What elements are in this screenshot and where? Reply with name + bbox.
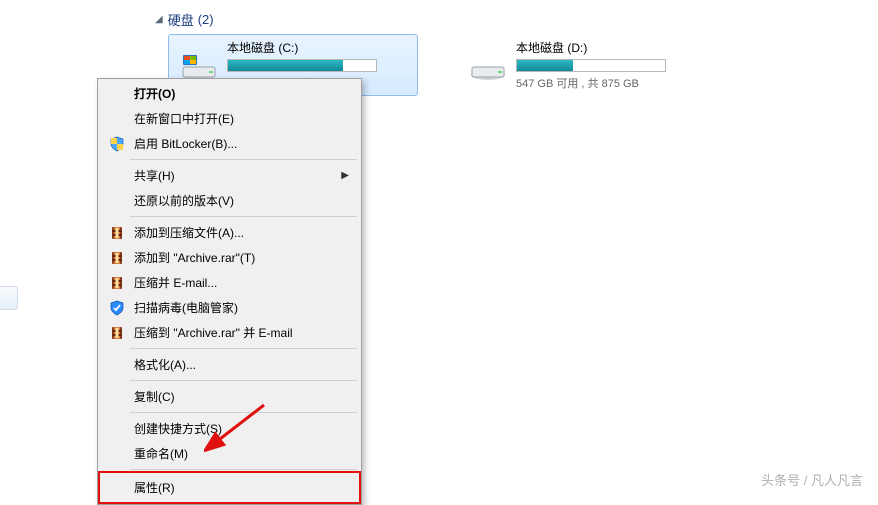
menu-item[interactable]: 重命名(M) xyxy=(100,441,359,466)
menu-item-label: 在新窗口中打开(E) xyxy=(134,110,355,127)
menu-item[interactable]: 创建快捷方式(S) xyxy=(100,416,359,441)
menu-item-label: 复制(C) xyxy=(134,388,355,405)
menu-item[interactable]: 添加到压缩文件(A)... xyxy=(100,220,359,245)
menu-item-label: 压缩并 E-mail... xyxy=(134,274,355,291)
section-header[interactable]: ◢ 硬盘 (2) xyxy=(155,10,214,29)
drive-item[interactable]: 本地磁盘 (D:) 547 GB 可用 , 共 875 GB xyxy=(458,34,708,96)
menu-item[interactable]: 添加到 "Archive.rar"(T) xyxy=(100,245,359,270)
menu-separator xyxy=(130,348,357,349)
menu-separator xyxy=(130,412,357,413)
menu-item[interactable]: 打开(O) xyxy=(100,81,359,106)
archive-icon xyxy=(104,225,130,241)
menu-item-label: 重命名(M) xyxy=(134,445,355,462)
shield-icon xyxy=(104,136,130,152)
menu-item[interactable]: 属性(R) xyxy=(98,471,361,504)
archive-icon xyxy=(104,325,130,341)
menu-item[interactable]: 启用 BitLocker(B)... xyxy=(100,131,359,156)
menu-item[interactable]: 压缩到 "Archive.rar" 并 E-mail xyxy=(100,320,359,345)
section-title: 硬盘 xyxy=(168,10,194,29)
menu-item[interactable]: 复制(C) xyxy=(100,384,359,409)
drive-icon xyxy=(468,49,508,81)
watermark-text: 头条号 / 凡人凡言 xyxy=(761,470,863,489)
av-icon xyxy=(104,300,130,316)
section-count: (2) xyxy=(198,12,214,27)
menu-item-label: 添加到压缩文件(A)... xyxy=(134,224,355,241)
submenu-arrow-icon: ▶ xyxy=(341,170,349,181)
drive-name: 本地磁盘 (D:) xyxy=(516,39,698,56)
menu-separator xyxy=(130,469,357,470)
menu-item-label: 格式化(A)... xyxy=(134,356,355,373)
menu-item[interactable]: 在新窗口中打开(E) xyxy=(100,106,359,131)
archive-icon xyxy=(104,275,130,291)
menu-item[interactable]: 扫描病毒(电脑管家) xyxy=(100,295,359,320)
menu-item-label: 添加到 "Archive.rar"(T) xyxy=(134,249,355,266)
menu-item-label: 共享(H) xyxy=(134,167,341,184)
archive-icon xyxy=(104,250,130,266)
menu-item-label: 启用 BitLocker(B)... xyxy=(134,135,355,152)
menu-item[interactable]: 压缩并 E-mail... xyxy=(100,270,359,295)
menu-item-label: 创建快捷方式(S) xyxy=(134,420,355,437)
capacity-bar xyxy=(227,59,377,72)
menu-item-label: 扫描病毒(电脑管家) xyxy=(134,299,355,316)
menu-separator xyxy=(130,216,357,217)
menu-item-label: 压缩到 "Archive.rar" 并 E-mail xyxy=(134,324,355,341)
menu-item[interactable]: 共享(H)▶ xyxy=(100,163,359,188)
menu-separator xyxy=(130,380,357,381)
drive-info: 本地磁盘 (D:) 547 GB 可用 , 共 875 GB xyxy=(516,39,698,91)
collapse-arrow-icon: ◢ xyxy=(155,14,163,25)
menu-item-label: 属性(R) xyxy=(134,479,355,496)
menu-separator xyxy=(130,159,357,160)
menu-item-label: 还原以前的版本(V) xyxy=(134,192,355,209)
menu-item-label: 打开(O) xyxy=(134,85,355,102)
drive-icon xyxy=(179,49,219,81)
menu-item[interactable]: 还原以前的版本(V) xyxy=(100,188,359,213)
nav-pane-edge xyxy=(0,286,18,310)
context-menu: 打开(O) 在新窗口中打开(E) 启用 BitLocker(B)... 共享(H)▶ 还… xyxy=(97,78,362,505)
menu-item[interactable]: 格式化(A)... xyxy=(100,352,359,377)
drive-name: 本地磁盘 (C:) xyxy=(227,39,407,56)
capacity-bar xyxy=(516,59,666,72)
capacity-text: 547 GB 可用 , 共 875 GB xyxy=(516,75,698,91)
